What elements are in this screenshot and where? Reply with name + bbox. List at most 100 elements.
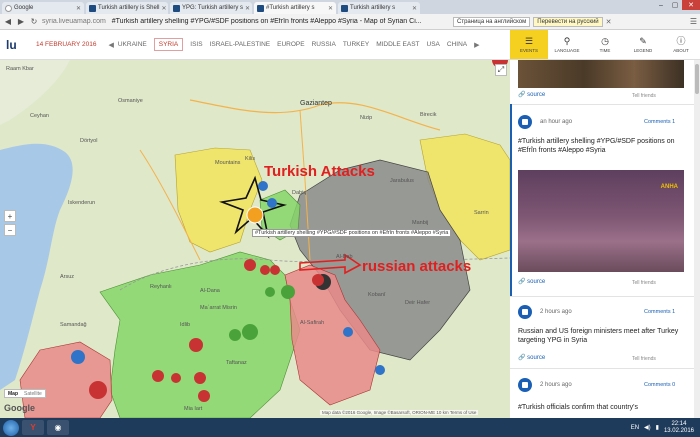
region-syria[interactable]: SYRIA bbox=[153, 38, 184, 51]
event-text[interactable]: #Turkish artillery shelling #YPG/#SDF po… bbox=[518, 137, 688, 155]
airstrike-marker bbox=[270, 265, 280, 275]
close-icon[interactable]: ✕ bbox=[328, 5, 333, 12]
event-text[interactable]: #Turkish officials confirm that country'… bbox=[518, 403, 688, 412]
region-israel-palestine[interactable]: ISRAEL-PALESTINE bbox=[210, 41, 271, 48]
tab-title: Turkish artillery s bbox=[350, 5, 396, 11]
map-place-label: Arsuz bbox=[60, 274, 75, 280]
tell-friends-link[interactable]: Tell friends bbox=[632, 93, 656, 99]
turkish-attacks-annotation: Turkish Attacks bbox=[264, 163, 375, 180]
clock[interactable]: 22:14 13.02.2016 bbox=[664, 421, 694, 435]
map-place-label: Gaziantep bbox=[300, 100, 332, 107]
url-field[interactable]: syria.liveuamap.com #Turkish artillery s… bbox=[42, 18, 450, 25]
region-usa[interactable]: USA bbox=[427, 41, 440, 48]
source-link[interactable]: 🔗 source bbox=[518, 354, 545, 361]
tab-about[interactable]: ⓘ ABOUT bbox=[662, 30, 700, 59]
region-ukraine[interactable]: UKRAINE bbox=[118, 41, 147, 48]
fullscreen-icon[interactable]: ⤢ bbox=[495, 64, 507, 76]
map-type-satellite[interactable]: Satellite bbox=[21, 390, 45, 397]
back-icon[interactable]: ◀ bbox=[3, 17, 13, 26]
rebel-marker bbox=[281, 285, 295, 299]
close-icon[interactable]: ✕ bbox=[245, 5, 250, 12]
site-logo[interactable]: lu bbox=[6, 38, 28, 52]
tab-title: Google bbox=[14, 5, 34, 11]
map-view[interactable]: Raam Kbar Gaziantep Osmaniye Ceyhan Dört… bbox=[0, 60, 510, 418]
map-place-label: Nizip bbox=[360, 115, 373, 121]
map-place-label: Raam Kbar bbox=[6, 66, 34, 72]
map-place-label: Idlib bbox=[180, 322, 191, 328]
browser-tab-google[interactable]: Google ✕ bbox=[2, 2, 84, 14]
event-text[interactable]: Russian and US foreign ministers meet af… bbox=[518, 327, 688, 345]
comments-link[interactable]: Comments 1 bbox=[644, 309, 675, 315]
map-place-label: Mia Iart bbox=[184, 406, 203, 412]
reload-icon[interactable]: ↻ bbox=[29, 17, 39, 26]
region-turkey[interactable]: TURKEY bbox=[343, 41, 369, 48]
event-marker bbox=[71, 350, 85, 364]
event-time: 2 hours ago bbox=[540, 382, 572, 388]
browser-tab[interactable]: YPG: Turkish artillery s ✕ bbox=[170, 2, 252, 14]
event-marker bbox=[343, 327, 353, 337]
rebel-marker bbox=[265, 287, 275, 297]
browser-menu-icon[interactable]: ☰ bbox=[690, 17, 697, 26]
browser-tab[interactable]: Turkish artillery s ✕ bbox=[338, 2, 420, 14]
map-attribution: Map data ©2016 Google, Image ©Basarsoft,… bbox=[320, 410, 479, 415]
zoom-in-button[interactable]: + bbox=[4, 210, 16, 222]
maximize-icon[interactable]: ▢ bbox=[668, 0, 682, 10]
tab-time[interactable]: ◷ TIME bbox=[586, 30, 624, 59]
clock-time: 22:14 bbox=[671, 420, 687, 427]
tab-language[interactable]: ⚲ LANGUAGE bbox=[548, 30, 586, 59]
minimize-icon[interactable]: – bbox=[654, 0, 668, 10]
close-icon[interactable]: ✕ bbox=[76, 5, 81, 12]
window-controls: – ▢ ✕ bbox=[654, 0, 700, 12]
tab-events[interactable]: ☰ EVENTS bbox=[510, 30, 548, 59]
network-icon[interactable]: ▮ bbox=[656, 424, 659, 431]
zoom-out-button[interactable]: − bbox=[4, 224, 16, 236]
site-header: lu 14 FEBRUARY 2016 ◀ UKRAINE SYRIA ISIS… bbox=[0, 30, 510, 60]
browser-tab[interactable]: Turkish artillery is Shell ✕ bbox=[86, 2, 168, 14]
map-place-label: Reyhanlı bbox=[150, 284, 172, 290]
region-russia[interactable]: RUSSIA bbox=[312, 41, 336, 48]
event-type-icon bbox=[518, 115, 532, 129]
tell-friends-link[interactable]: Tell friends bbox=[632, 356, 656, 362]
map-place-label: Al-Bab bbox=[336, 254, 353, 260]
close-icon[interactable]: ✕ bbox=[161, 5, 166, 12]
map-type-map[interactable]: Map bbox=[5, 390, 21, 397]
map-place-label: Manbij bbox=[412, 220, 429, 226]
event-marker bbox=[258, 181, 268, 191]
tab-title: Turkish artillery is Shell bbox=[98, 5, 160, 11]
keyboard-language[interactable]: EN bbox=[631, 425, 639, 431]
window-close-icon[interactable]: ✕ bbox=[682, 0, 700, 10]
map-place-label: Mountains bbox=[215, 160, 241, 166]
source-link[interactable]: 🔗 source bbox=[518, 278, 545, 285]
translate-button[interactable]: Перевести на русский bbox=[533, 16, 603, 27]
scrollbar-thumb[interactable] bbox=[695, 64, 699, 94]
system-tray: EN ◀) ▮ 22:14 13.02.2016 bbox=[631, 421, 700, 435]
browser-tab-active[interactable]: #Turkish artillery s ✕ bbox=[254, 2, 336, 14]
event-photo[interactable] bbox=[518, 60, 684, 88]
events-feed: 🔗 source Tell friends an hour ago Commen… bbox=[510, 60, 694, 432]
translate-close-icon[interactable]: ✕ bbox=[606, 18, 612, 26]
comments-link[interactable]: Comments 1 bbox=[644, 119, 675, 125]
forward-icon[interactable]: ▶ bbox=[16, 17, 26, 26]
event-video-thumbnail[interactable]: ANHA bbox=[518, 170, 684, 272]
yandex-browser-icon[interactable]: Y bbox=[22, 420, 44, 435]
region-china[interactable]: CHINA bbox=[447, 41, 467, 48]
comments-link[interactable]: Comments 0 bbox=[644, 382, 675, 388]
chrome-icon[interactable]: ◉ bbox=[47, 420, 69, 435]
start-button[interactable] bbox=[3, 419, 19, 436]
current-date[interactable]: 14 FEBRUARY 2016 bbox=[36, 41, 96, 48]
google-logo: Google bbox=[4, 403, 35, 413]
region-prev-icon[interactable]: ◀ bbox=[108, 41, 113, 49]
tab-label: TIME bbox=[599, 47, 611, 53]
region-middle-east[interactable]: MIDDLE EAST bbox=[376, 41, 419, 48]
region-europe[interactable]: EUROPE bbox=[277, 41, 304, 48]
region-isis[interactable]: ISIS bbox=[190, 41, 202, 48]
close-icon[interactable]: ✕ bbox=[412, 5, 417, 12]
google-icon bbox=[5, 4, 12, 12]
source-link[interactable]: 🔗 source bbox=[518, 91, 545, 98]
feed-scrollbar[interactable] bbox=[694, 60, 700, 432]
tab-legend[interactable]: ✎ LEGEND bbox=[624, 30, 662, 59]
translate-language-label: Страница на английском bbox=[453, 16, 531, 27]
region-next-icon[interactable]: ▶ bbox=[474, 41, 479, 49]
volume-icon[interactable]: ◀) bbox=[644, 424, 651, 431]
tell-friends-link[interactable]: Tell friends bbox=[632, 280, 656, 286]
